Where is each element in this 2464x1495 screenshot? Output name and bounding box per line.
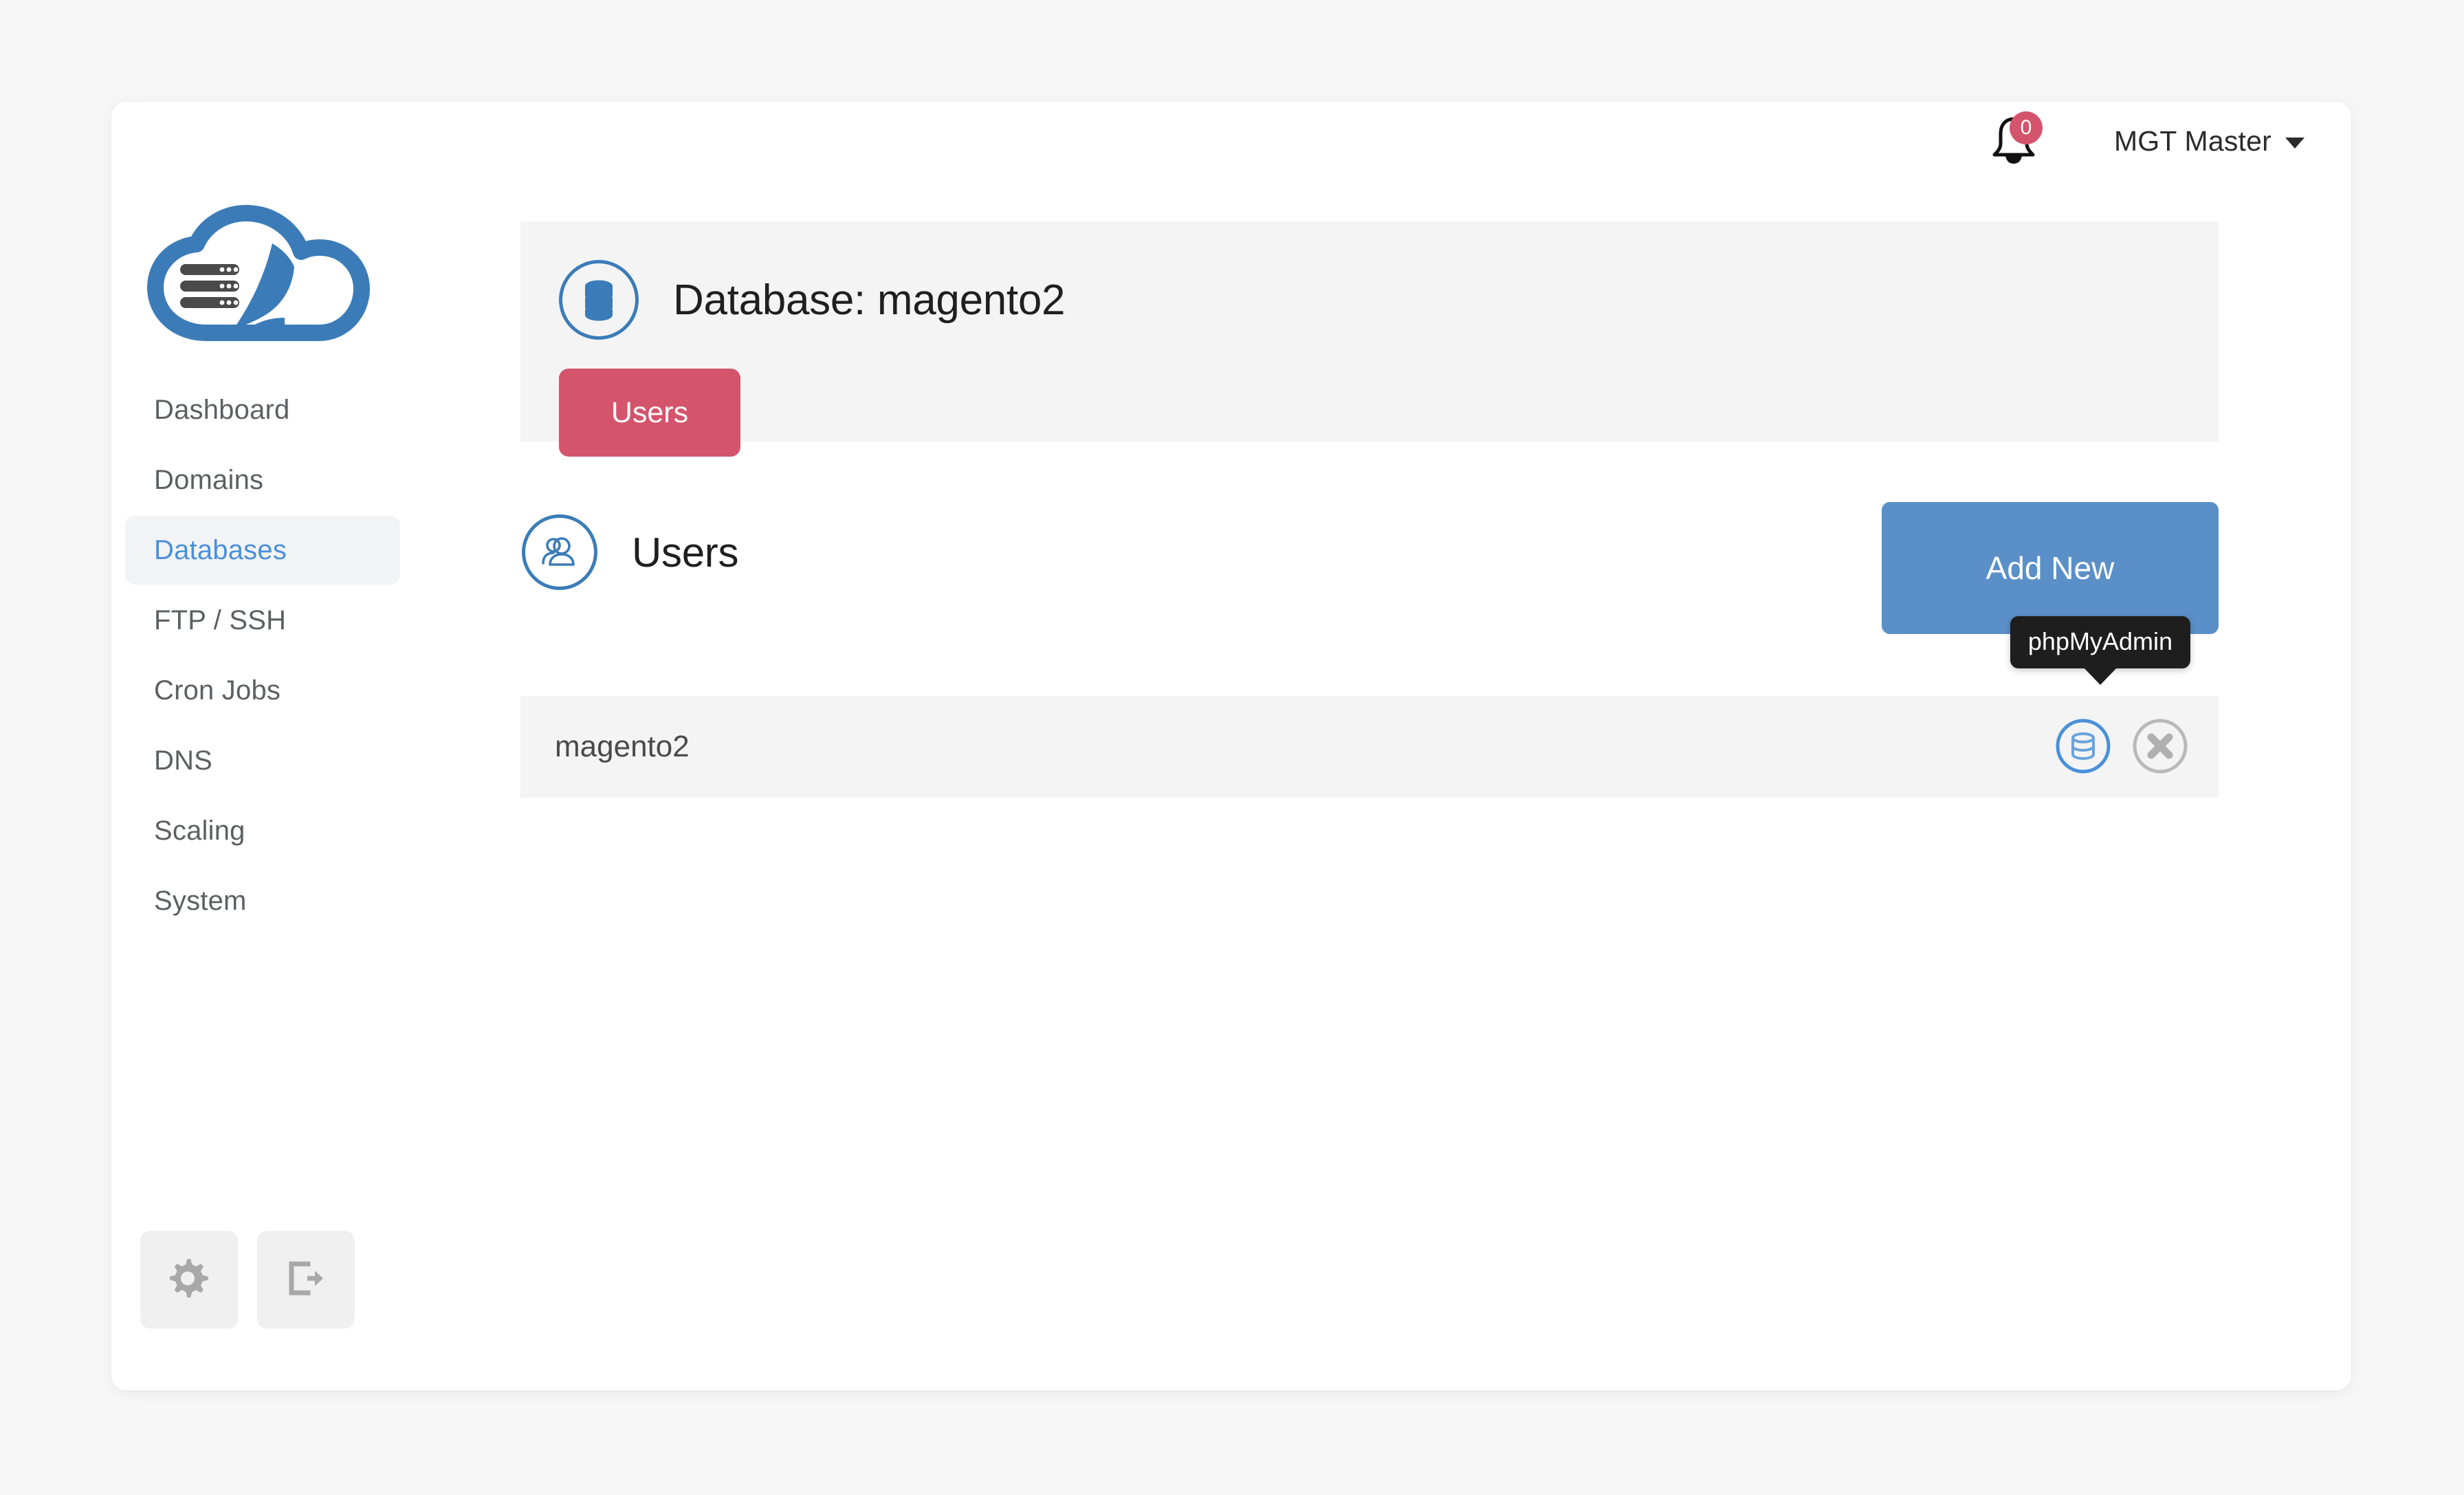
page-title: Database: magento2 [673,276,1066,324]
sidebar-item-scaling[interactable]: Scaling [125,796,400,865]
tab-users[interactable]: Users [559,369,740,457]
sidebar-item-dns[interactable]: DNS [125,726,400,795]
gear-icon [168,1257,210,1303]
app-root: 0 MGT Master Dashboard Domains Databases… [0,0,2464,1495]
users-section-title: Users [632,529,739,576]
sidebar: Dashboard Domains Databases FTP / SSH Cr… [111,177,414,1390]
logout-icon [285,1257,327,1303]
users-section-header: Users Add New [520,487,2219,634]
database-panel: Database: magento2 Users [520,221,2219,457]
add-user-button[interactable]: Add New [1882,502,2219,634]
phpmyadmin-tooltip: phpMyAdmin [2010,616,2190,685]
sidebar-item-domains[interactable]: Domains [125,446,400,514]
logout-button[interactable] [257,1231,355,1329]
top-bar: 0 MGT Master [111,102,2351,177]
sidebar-item-label: System [154,885,247,916]
cloud-server-logo [138,198,371,349]
row-actions [2054,696,2190,798]
close-circle-icon [2132,718,2188,776]
sidebar-item-databases[interactable]: Databases [125,516,400,585]
settings-button[interactable] [140,1231,238,1329]
app-card: 0 MGT Master Dashboard Domains Databases… [111,102,2351,1390]
sidebar-item-ftp-ssh[interactable]: FTP / SSH [125,586,400,655]
sidebar-item-label: DNS [154,745,213,776]
sidebar-item-label: FTP / SSH [154,604,287,635]
users-icon [522,514,597,590]
sidebar-footer [140,1231,355,1329]
delete-button[interactable] [2131,717,2190,776]
users-section: Users Add New phpMyAdmin magento2 [520,487,2219,798]
user-menu-label: MGT Master [2113,124,2272,157]
sidebar-item-label: Domains [154,464,264,495]
sidebar-item-label: Dashboard [154,394,290,425]
user-menu[interactable]: MGT Master [2114,125,2304,157]
phpmyadmin-button[interactable] [2054,717,2113,776]
users-list: phpMyAdmin magento2 [520,616,2219,798]
notifications-button[interactable]: 0 [1985,111,2043,171]
table-row: magento2 [520,696,2219,798]
chevron-down-icon [2285,138,2304,149]
sidebar-item-label: Databases [154,534,287,565]
notification-count-badge: 0 [2009,111,2043,144]
sidebar-item-label: Cron Jobs [154,675,281,706]
sidebar-item-dashboard[interactable]: Dashboard [125,375,400,444]
sidebar-item-cron-jobs[interactable]: Cron Jobs [125,656,400,725]
main-content: Database: magento2 Users Users Add New p… [414,177,2351,1390]
sidebar-item-label: Scaling [154,815,245,846]
sidebar-item-system[interactable]: System [125,866,400,935]
database-header: Database: magento2 [559,260,2219,340]
user-row-name: magento2 [555,730,690,763]
database-icon [2055,718,2111,776]
database-icon [559,260,639,340]
sidebar-nav: Dashboard Domains Databases FTP / SSH Cr… [125,375,400,937]
